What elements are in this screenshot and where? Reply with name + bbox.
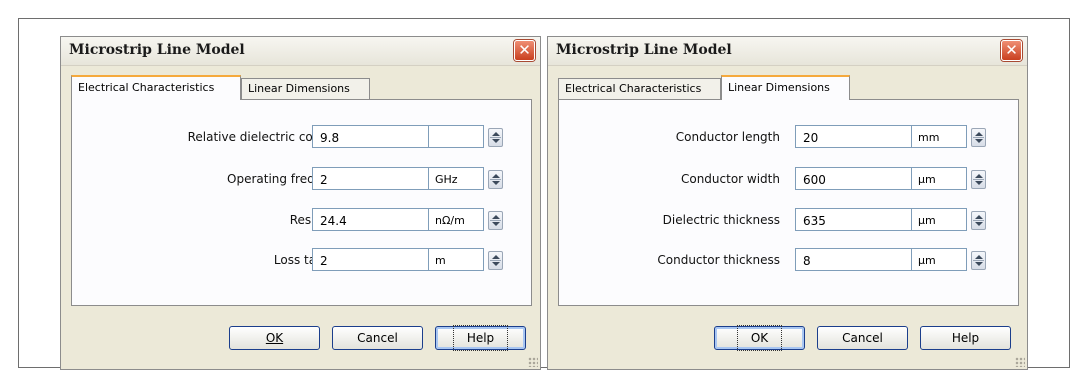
field-row: Resistivity 24.4 nΩ/m (72, 208, 531, 232)
operating-frequency-input[interactable]: 2 (312, 167, 429, 190)
unit-select[interactable]: µm (912, 248, 967, 271)
unit-select[interactable]: µm (912, 208, 967, 231)
spin-arrows-icon[interactable] (488, 211, 503, 230)
spin-arrows-icon[interactable] (488, 251, 503, 270)
ok-button[interactable]: OK (714, 325, 805, 351)
spin-arrows-icon[interactable] (971, 128, 986, 147)
field-label: Dielectric thickness (662, 213, 780, 227)
resize-grip-icon[interactable] (1015, 357, 1025, 367)
field-label: Conductor thickness (657, 253, 780, 267)
title-bar[interactable]: Microstrip Line Model ✕ (61, 37, 540, 66)
spin-arrows-icon[interactable] (971, 170, 986, 189)
unit-select[interactable]: µm (912, 167, 967, 190)
conductor-width-input[interactable]: 600 (795, 167, 912, 190)
unit-select[interactable] (429, 125, 484, 148)
tab-panel-linear: Conductor length 20 mm Conductor width 6… (558, 99, 1019, 306)
tab-electrical-characteristics[interactable]: Electrical Characteristics (558, 78, 721, 99)
spin-arrows-icon[interactable] (971, 251, 986, 270)
help-button-label: Help (951, 331, 980, 345)
unit-select[interactable]: m (429, 248, 484, 271)
cancel-button-label: Cancel (842, 331, 883, 345)
dialog-title: Microstrip Line Model (556, 42, 732, 58)
field-label: Conductor length (675, 130, 780, 144)
field-row: Relative dielectric constant 9.8 (72, 125, 531, 149)
field-row: Conductor thickness 8 µm (559, 248, 1018, 272)
field-row: Conductor width 600 µm (559, 167, 1018, 191)
spin-arrows-icon[interactable] (488, 128, 503, 147)
close-icon: ✕ (518, 41, 531, 59)
resize-grip-icon[interactable] (528, 357, 538, 367)
field-row: Dielectric thickness 635 µm (559, 208, 1018, 232)
help-button-label: Help (452, 325, 509, 351)
spin-arrows-icon[interactable] (971, 211, 986, 230)
tab-panel-electrical: Relative dielectric constant 9.8 Operati… (71, 99, 532, 306)
resistivity-input[interactable]: 24.4 (312, 208, 429, 231)
loss-tangent-input[interactable]: 2 (312, 248, 429, 271)
close-button[interactable]: ✕ (1001, 40, 1022, 61)
field-row: Operating frequency 2 GHz (72, 167, 531, 191)
title-bar[interactable]: Microstrip Line Model ✕ (548, 37, 1027, 66)
tab-linear-dimensions[interactable]: Linear Dimensions (721, 75, 850, 100)
help-button[interactable]: Help (435, 325, 526, 351)
microstrip-dialog-linear: Microstrip Line Model ✕ Electrical Chara… (547, 36, 1028, 370)
unit-select[interactable]: nΩ/m (429, 208, 484, 231)
tab-linear-dimensions[interactable]: Linear Dimensions (241, 78, 370, 99)
close-icon: ✕ (1005, 41, 1018, 59)
field-row: Conductor length 20 mm (559, 125, 1018, 149)
cancel-button-label: Cancel (357, 331, 398, 345)
conductor-length-input[interactable]: 20 (795, 125, 912, 148)
unit-select[interactable]: mm (912, 125, 967, 148)
field-row: Loss tangent 2 m (72, 248, 531, 272)
microstrip-dialog-electrical: Microstrip Line Model ✕ Electrical Chara… (60, 36, 541, 370)
field-label: Conductor width (680, 172, 780, 186)
ok-button-label: OK (265, 331, 284, 345)
cancel-button[interactable]: Cancel (332, 326, 423, 350)
ok-button[interactable]: OK (229, 326, 320, 350)
conductor-thickness-input[interactable]: 8 (795, 248, 912, 271)
relative-dielectric-constant-input[interactable]: 9.8 (312, 125, 429, 148)
dielectric-thickness-input[interactable]: 635 (795, 208, 912, 231)
unit-select[interactable]: GHz (429, 167, 484, 190)
dialog-title: Microstrip Line Model (69, 42, 245, 58)
help-button[interactable]: Help (920, 326, 1011, 350)
tab-electrical-characteristics[interactable]: Electrical Characteristics (71, 75, 241, 100)
spin-arrows-icon[interactable] (488, 170, 503, 189)
cancel-button[interactable]: Cancel (817, 326, 908, 350)
ok-button-label: OK (736, 325, 783, 351)
close-button[interactable]: ✕ (514, 40, 535, 61)
